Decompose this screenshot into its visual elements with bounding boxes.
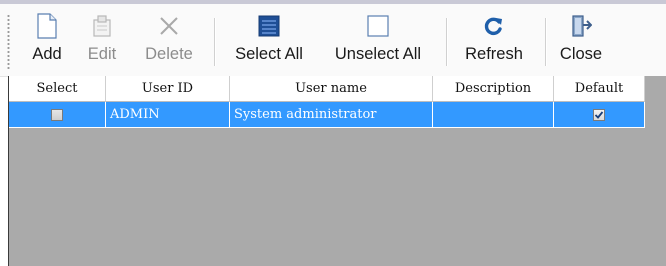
refresh-icon xyxy=(481,13,507,39)
users-grid[interactable]: Select User ID User name Description Def… xyxy=(8,76,666,266)
column-header-description[interactable]: Description xyxy=(433,76,554,102)
table-header-row: Select User ID User name Description Def… xyxy=(9,76,645,102)
table-row[interactable]: ADMIN System administrator xyxy=(9,102,645,128)
new-document-icon xyxy=(34,13,60,39)
refresh-button[interactable]: Refresh xyxy=(454,8,534,72)
add-button-label: Add xyxy=(32,45,62,63)
description-cell[interactable] xyxy=(433,102,554,128)
column-header-select[interactable]: Select xyxy=(9,76,106,102)
delete-button-label: Delete xyxy=(145,45,193,63)
toolbar-separator xyxy=(545,18,547,66)
users-window: Add Edit Delete Select All Unselect All … xyxy=(0,0,666,266)
unselect-all-button[interactable]: Unselect All xyxy=(322,8,434,72)
select-all-button[interactable]: Select All xyxy=(222,8,316,72)
edit-button-label: Edit xyxy=(87,45,117,63)
close-button[interactable]: Close xyxy=(553,8,609,72)
edit-button[interactable]: Edit xyxy=(82,8,122,72)
select-checkbox[interactable] xyxy=(51,108,63,121)
default-checkbox[interactable] xyxy=(593,108,605,121)
edit-document-icon xyxy=(89,13,115,39)
toolbar-separator xyxy=(214,18,216,66)
select-all-button-label: Select All xyxy=(235,45,303,63)
user-id-cell[interactable]: ADMIN xyxy=(106,102,230,128)
refresh-button-label: Refresh xyxy=(465,45,523,63)
add-button[interactable]: Add xyxy=(22,8,72,72)
delete-x-icon xyxy=(156,13,182,39)
toolbar-grip[interactable] xyxy=(7,14,10,70)
select-all-icon xyxy=(256,13,282,39)
column-header-user-id[interactable]: User ID xyxy=(106,76,230,102)
users-table: Select User ID User name Description Def… xyxy=(9,76,645,128)
exit-door-icon xyxy=(568,13,594,39)
delete-button[interactable]: Delete xyxy=(134,8,204,72)
select-cell[interactable] xyxy=(9,102,106,128)
checkmark-icon xyxy=(594,110,604,119)
user-name-cell[interactable]: System administrator xyxy=(230,102,433,128)
toolbar-separator xyxy=(446,18,448,66)
unselect-all-icon xyxy=(365,13,391,39)
column-header-default[interactable]: Default xyxy=(554,76,645,102)
unselect-all-button-label: Unselect All xyxy=(334,45,422,63)
column-header-user-name[interactable]: User name xyxy=(230,76,433,102)
default-cell[interactable] xyxy=(554,102,645,128)
close-button-label: Close xyxy=(559,45,603,63)
toolbar: Add Edit Delete Select All Unselect All … xyxy=(0,4,666,77)
